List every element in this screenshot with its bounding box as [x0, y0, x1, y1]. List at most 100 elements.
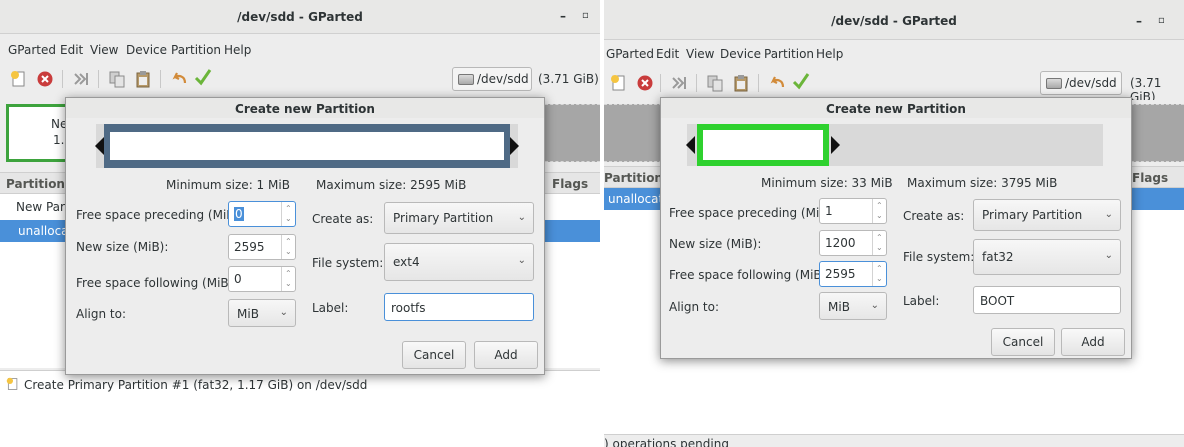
label-input[interactable]: rootfs [384, 293, 534, 321]
createas-label: Create as: [312, 212, 374, 226]
spin-arrows[interactable]: ⌃ ⌄ [872, 262, 886, 286]
apply-checkmark-icon[interactable] [194, 68, 212, 86]
paste-icon[interactable] [732, 74, 750, 92]
partition-size-bar[interactable] [95, 124, 519, 168]
menu-gparted[interactable]: GParted [606, 47, 654, 61]
resize-move-icon[interactable] [72, 70, 90, 88]
createas-label: Create as: [903, 209, 965, 223]
graph-unallocated[interactable] [545, 104, 600, 162]
filesystem-combo[interactable]: ext4 ⌄ [384, 243, 534, 281]
maximize-button[interactable]: ▫ [582, 10, 589, 21]
menu-view[interactable]: View [686, 47, 714, 61]
toolbar: /dev/sdd (3.71 GiB) [0, 62, 600, 96]
menu-partition[interactable]: Partition [171, 43, 221, 57]
createas-combo[interactable]: Primary Partition ⌄ [384, 202, 534, 234]
spin-arrows[interactable]: ⌃ ⌄ [872, 231, 886, 255]
column-flags[interactable]: Flags [1132, 171, 1168, 185]
newsize-spin[interactable]: 2595 ⌃ ⌄ [228, 234, 296, 260]
delete-icon[interactable] [36, 70, 54, 88]
resize-left-handle[interactable] [686, 136, 695, 154]
align-combo[interactable]: MiB ⌄ [819, 292, 887, 320]
copy-icon[interactable] [706, 74, 724, 92]
filesystem-label: File system: [312, 256, 384, 270]
menu-partition[interactable]: Partition [764, 47, 814, 61]
menu-help[interactable]: Help [224, 43, 251, 57]
new-partition-icon[interactable] [10, 70, 28, 88]
menu-help[interactable]: Help [816, 47, 843, 61]
device-selector[interactable]: /dev/sdd [1040, 71, 1122, 95]
toolbar-separator [696, 74, 697, 92]
column-flags[interactable]: Flags [552, 177, 588, 191]
menu-device[interactable]: Device [720, 47, 761, 61]
resize-left-handle[interactable] [95, 137, 104, 155]
spin-arrows[interactable]: ⌃ ⌄ [281, 202, 295, 226]
device-name: /dev/sdd [1065, 76, 1117, 90]
toolbar-separator [160, 70, 161, 88]
maximize-button[interactable]: ▫ [1158, 15, 1165, 26]
filesystem-value: ext4 [393, 255, 420, 269]
following-spin[interactable]: 0 ⌃ ⌄ [228, 266, 296, 292]
following-spin[interactable]: 2595 ⌃ ⌄ [819, 261, 887, 287]
device-selector[interactable]: /dev/sdd [452, 67, 532, 91]
toolbar-separator [62, 70, 63, 88]
resize-move-icon[interactable] [670, 74, 688, 92]
gparted-window-right: /dev/sdd - GParted – ▫ GParted Edit View… [604, 0, 1184, 447]
menu-view[interactable]: View [90, 43, 118, 57]
createas-value: Primary Partition [393, 211, 494, 225]
paste-icon[interactable] [134, 70, 152, 88]
apply-checkmark-icon[interactable] [792, 72, 810, 90]
newsize-spin[interactable]: 1200 ⌃ ⌄ [819, 230, 887, 256]
menu-edit[interactable]: Edit [60, 43, 83, 57]
column-partition[interactable]: Partition [604, 171, 663, 185]
filesystem-value: fat32 [982, 250, 1014, 264]
device-size: (3.71 GiB) [538, 72, 599, 86]
minimum-size: Minimum size: 33 MiB [761, 176, 893, 190]
createas-combo[interactable]: Primary Partition ⌄ [973, 199, 1121, 231]
maximum-size: Maximum size: 3795 MiB [907, 176, 1058, 190]
menu-device[interactable]: Device [126, 43, 167, 57]
create-partition-dialog: Create new Partition Minimum size: 33 Mi… [660, 97, 1132, 359]
menu-bar: GParted Edit View Device Partition Help [0, 38, 600, 62]
graph-partition-size: 1. [53, 133, 65, 147]
minimize-button[interactable]: – [1136, 14, 1142, 28]
filesystem-combo[interactable]: fat32 ⌄ [973, 239, 1121, 275]
preceding-label: Free space preceding (MiB): [76, 208, 244, 222]
dialog-title: Create new Partition [66, 98, 544, 118]
cancel-button[interactable]: Cancel [991, 328, 1055, 356]
menu-gparted[interactable]: GParted [8, 43, 56, 57]
undo-icon[interactable] [768, 74, 786, 92]
resize-right-handle[interactable] [831, 136, 840, 154]
preceding-spin[interactable]: 0 ⌃ ⌄ [228, 201, 296, 227]
chevron-down-icon: ⌄ [870, 300, 879, 311]
delete-icon[interactable] [636, 74, 654, 92]
align-value: MiB [828, 300, 850, 314]
status-text: ) operations pending [604, 437, 729, 447]
label-input[interactable]: BOOT [973, 286, 1121, 314]
column-partition[interactable]: Partition [6, 177, 65, 191]
toolbar: /dev/sdd (3.71 GiB) [604, 66, 1184, 104]
resize-right-handle[interactable] [510, 137, 519, 155]
add-button[interactable]: Add [474, 341, 538, 369]
preceding-value: 0 [234, 207, 244, 221]
minimize-button[interactable]: – [560, 9, 566, 23]
spin-arrows[interactable]: ⌃ ⌄ [872, 199, 886, 223]
align-combo[interactable]: MiB ⌄ [228, 299, 296, 327]
label-value: rootfs [391, 301, 426, 315]
cancel-button[interactable]: Cancel [402, 341, 466, 369]
menu-edit[interactable]: Edit [656, 47, 679, 61]
partition-block-inner [703, 130, 823, 160]
graph-partition-new[interactable]: Ne 1. [6, 104, 70, 162]
window-title: /dev/sdd - GParted [237, 10, 363, 24]
pending-operation[interactable]: Create Primary Partition #1 (fat32, 1.17… [24, 378, 367, 392]
preceding-value: 1 [825, 204, 833, 218]
new-partition-icon[interactable] [610, 74, 628, 92]
spin-arrows[interactable]: ⌃ ⌄ [281, 267, 295, 291]
partition-size-bar[interactable] [686, 124, 1103, 166]
undo-icon[interactable] [170, 70, 188, 88]
add-button[interactable]: Add [1061, 328, 1125, 356]
maximum-size: Maximum size: 2595 MiB [316, 178, 467, 192]
copy-icon[interactable] [108, 70, 126, 88]
minimum-size: Minimum size: 1 MiB [166, 178, 290, 192]
preceding-spin[interactable]: 1 ⌃ ⌄ [819, 198, 887, 224]
spin-arrows[interactable]: ⌃ ⌄ [281, 235, 295, 259]
